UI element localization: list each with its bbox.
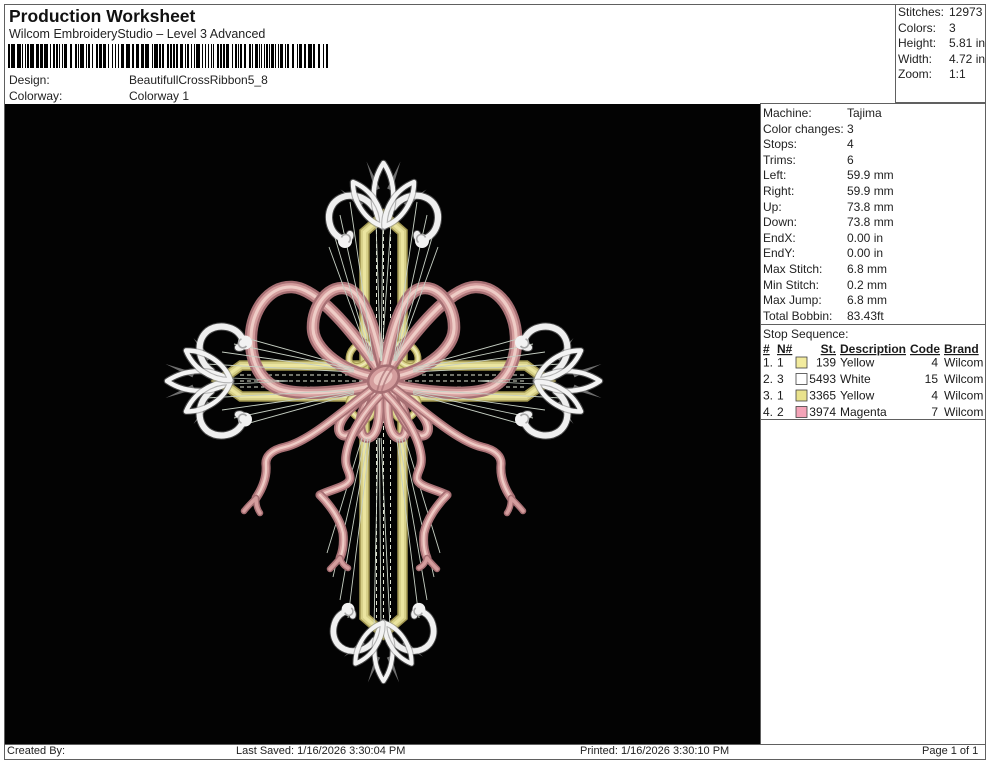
- svg-text:Magenta: Magenta: [840, 405, 887, 419]
- svg-text:Code: Code: [910, 342, 940, 356]
- svg-text:1: 1: [777, 389, 784, 403]
- svg-text:3.: 3.: [763, 389, 773, 403]
- svg-text:White: White: [840, 372, 871, 386]
- svg-text:Wilcom: Wilcom: [944, 405, 983, 419]
- svg-text:Wilcom: Wilcom: [944, 372, 983, 386]
- svg-text:4.: 4.: [763, 405, 773, 419]
- svg-text:St.: St.: [821, 342, 836, 356]
- svg-text:Description: Description: [840, 342, 906, 356]
- svg-text:#: #: [763, 342, 770, 356]
- svg-text:2.: 2.: [763, 372, 773, 386]
- svg-text:1: 1: [777, 356, 784, 370]
- svg-text:4: 4: [931, 389, 938, 403]
- svg-text:4: 4: [931, 356, 938, 370]
- svg-text:3365: 3365: [809, 389, 836, 403]
- svg-text:3974: 3974: [809, 405, 836, 419]
- svg-text:2: 2: [777, 405, 784, 419]
- svg-text:Wilcom: Wilcom: [944, 389, 983, 403]
- svg-text:1.: 1.: [763, 356, 773, 370]
- svg-text:139: 139: [816, 356, 836, 370]
- svg-text:Wilcom: Wilcom: [944, 356, 983, 370]
- svg-text:Brand: Brand: [944, 342, 979, 356]
- svg-text:7: 7: [931, 405, 938, 419]
- svg-text:3: 3: [777, 372, 784, 386]
- svg-text:5493: 5493: [809, 372, 836, 386]
- svg-text:Yellow: Yellow: [840, 356, 875, 370]
- svg-text:N#: N#: [777, 342, 793, 356]
- svg-text:Yellow: Yellow: [840, 389, 875, 403]
- svg-text:15: 15: [925, 372, 939, 386]
